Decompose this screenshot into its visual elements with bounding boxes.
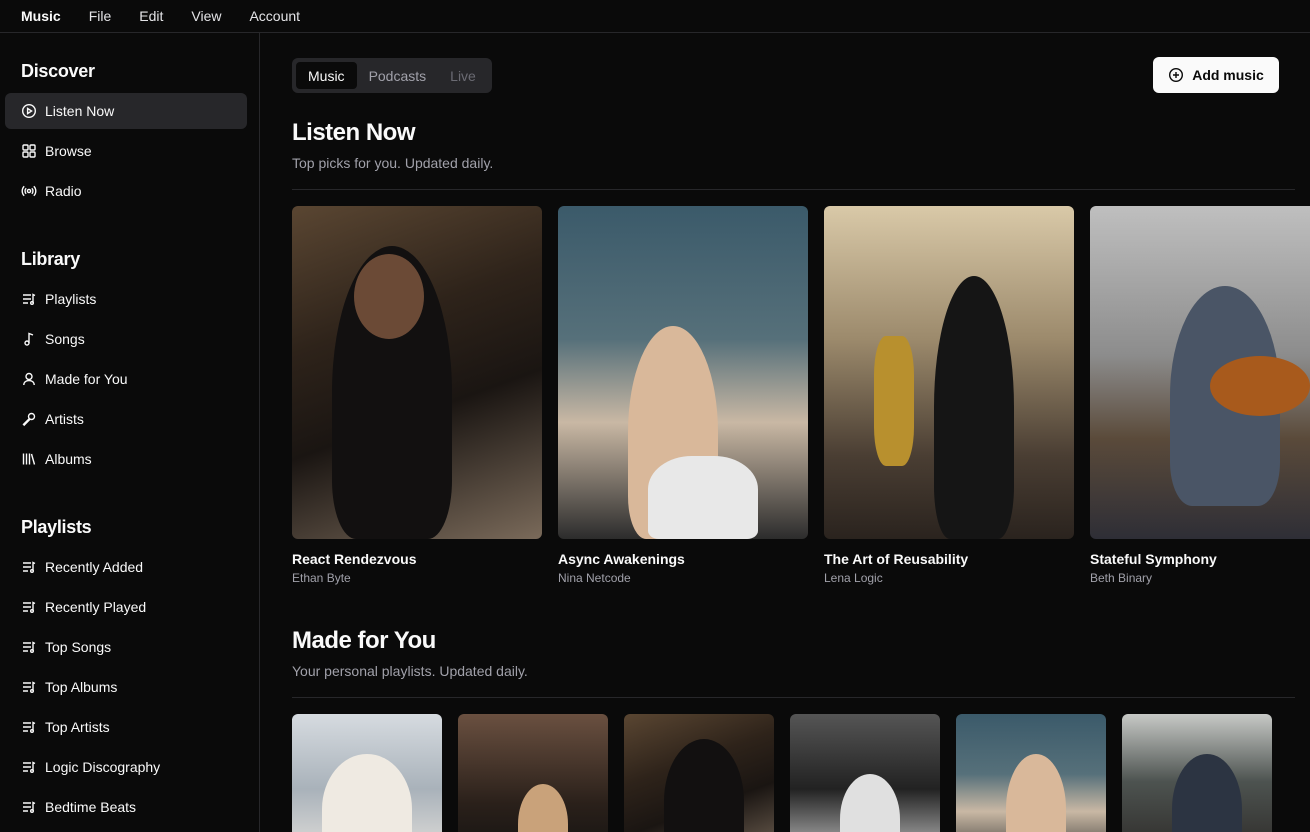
- library-heading: Library: [21, 248, 80, 269]
- playlists-heading: Playlists: [21, 516, 92, 537]
- sidebar-item-label: Songs: [45, 331, 85, 347]
- tab-live: Live: [450, 67, 476, 84]
- sidebar-item-recently-played[interactable]: Recently Played: [5, 589, 247, 625]
- sidebar-item-label: Albums: [45, 451, 92, 467]
- sidebar-item-label: Artists: [45, 411, 84, 427]
- sidebar-item-label: Top Songs: [45, 639, 112, 655]
- sidebar: Discover Listen Now Browse Radio Library…: [0, 33, 260, 832]
- sidebar-item-playlists[interactable]: Playlists: [5, 281, 247, 317]
- listen-now-title: Listen Now: [292, 119, 416, 146]
- user-icon: [21, 371, 37, 387]
- main-content: Music Podcasts Live Add music Listen Now…: [260, 33, 1310, 832]
- sidebar-item-label: Listen Now: [45, 103, 115, 119]
- sidebar-item-top-songs[interactable]: Top Songs: [5, 629, 247, 665]
- sidebar-item-recently-added[interactable]: Recently Added: [5, 549, 247, 585]
- mic-icon: [21, 411, 37, 427]
- playlist-cover[interactable]: [292, 714, 442, 832]
- album-cover[interactable]: [1090, 206, 1310, 539]
- menu-music[interactable]: Music: [21, 8, 61, 24]
- sidebar-item-artists[interactable]: Artists: [5, 401, 247, 437]
- made-for-you-row: [292, 714, 1288, 832]
- sidebar-item-bedtime-beats[interactable]: Bedtime Beats: [5, 789, 247, 825]
- sidebar-item-top-albums[interactable]: Top Albums: [5, 669, 247, 705]
- sidebar-item-label: Browse: [45, 143, 92, 159]
- playlist-cover[interactable]: [1122, 714, 1272, 832]
- play-circle-icon: [21, 103, 37, 119]
- listen-now-row: React Rendezvous Ethan Byte Async Awaken…: [292, 206, 1310, 585]
- album-title: Stateful Symphony: [1090, 551, 1217, 567]
- add-music-button[interactable]: Add music: [1153, 57, 1279, 93]
- playlist-cover[interactable]: [790, 714, 940, 832]
- playlist-card[interactable]: [790, 714, 940, 832]
- menubar: Music File Edit View Account: [0, 0, 1310, 33]
- grid-icon: [21, 143, 37, 159]
- sidebar-item-listen-now[interactable]: Listen Now: [5, 93, 247, 129]
- sidebar-item-label: Made for You: [45, 371, 128, 387]
- album-artist: Beth Binary: [1090, 571, 1153, 585]
- album-artist: Ethan Byte: [292, 571, 351, 585]
- made-for-you-title: Made for You: [292, 627, 436, 654]
- plus-circle-icon: [1168, 67, 1184, 83]
- tab-music[interactable]: Music: [296, 62, 357, 89]
- library-icon: [21, 451, 37, 467]
- list-music-icon: [21, 679, 37, 695]
- sidebar-item-radio[interactable]: Radio: [5, 173, 247, 209]
- album-card[interactable]: React Rendezvous Ethan Byte: [292, 206, 542, 585]
- sidebar-item-logic-discography[interactable]: Logic Discography: [5, 749, 247, 785]
- list-music-icon: [21, 639, 37, 655]
- menu-view[interactable]: View: [191, 8, 221, 24]
- album-card[interactable]: Stateful Symphony Beth Binary: [1090, 206, 1310, 585]
- add-music-label: Add music: [1192, 67, 1264, 83]
- playlist-cover[interactable]: [458, 714, 608, 832]
- sidebar-item-browse[interactable]: Browse: [5, 133, 247, 169]
- playlist-card[interactable]: [458, 714, 608, 832]
- list-music-icon: [21, 559, 37, 575]
- album-cover[interactable]: [824, 206, 1074, 539]
- playlist-card[interactable]: [956, 714, 1106, 832]
- made-for-you-subtitle: Your personal playlists. Updated daily.: [292, 663, 528, 679]
- tab-list: Music Podcasts Live: [292, 58, 492, 93]
- album-cover[interactable]: [292, 206, 542, 539]
- playlist-card[interactable]: [624, 714, 774, 832]
- sidebar-item-label: Playlists: [45, 291, 97, 307]
- album-cover[interactable]: [558, 206, 808, 539]
- radio-icon: [21, 183, 37, 199]
- music-note-icon: [21, 331, 37, 347]
- list-music-icon: [21, 719, 37, 735]
- menu-account[interactable]: Account: [249, 8, 300, 24]
- sidebar-item-songs[interactable]: Songs: [5, 321, 247, 357]
- listen-now-subtitle: Top picks for you. Updated daily.: [292, 155, 494, 171]
- playlist-cover[interactable]: [624, 714, 774, 832]
- playlist-card[interactable]: [292, 714, 442, 832]
- sidebar-item-label: Recently Played: [45, 599, 147, 615]
- playlist-card[interactable]: [1122, 714, 1272, 832]
- album-title: The Art of Reusability: [824, 551, 969, 567]
- album-card[interactable]: Async Awakenings Nina Netcode: [558, 206, 808, 585]
- list-music-icon: [21, 799, 37, 815]
- album-title: Async Awakenings: [558, 551, 685, 567]
- album-card[interactable]: The Art of Reusability Lena Logic: [824, 206, 1074, 585]
- sidebar-item-label: Logic Discography: [45, 759, 161, 775]
- playlist-cover[interactable]: [956, 714, 1106, 832]
- menu-file[interactable]: File: [89, 8, 112, 24]
- album-artist: Nina Netcode: [558, 571, 631, 585]
- sidebar-item-albums[interactable]: Albums: [5, 441, 247, 477]
- discover-heading: Discover: [21, 60, 95, 81]
- sidebar-item-label: Top Albums: [45, 679, 118, 695]
- sidebar-item-top-artists[interactable]: Top Artists: [5, 709, 247, 745]
- list-music-icon: [21, 599, 37, 615]
- sidebar-item-made-for-you[interactable]: Made for You: [5, 361, 247, 397]
- list-music-icon: [21, 759, 37, 775]
- album-artist: Lena Logic: [824, 571, 883, 585]
- divider: [292, 697, 1295, 698]
- sidebar-item-label: Top Artists: [45, 719, 110, 735]
- sidebar-item-label: Radio: [45, 183, 82, 199]
- divider: [292, 189, 1295, 190]
- list-music-icon: [21, 291, 37, 307]
- tab-podcasts[interactable]: Podcasts: [357, 62, 439, 89]
- sidebar-item-label: Recently Added: [45, 559, 144, 575]
- album-title: React Rendezvous: [292, 551, 417, 567]
- menu-edit[interactable]: Edit: [139, 8, 163, 24]
- sidebar-item-label: Bedtime Beats: [45, 799, 137, 815]
